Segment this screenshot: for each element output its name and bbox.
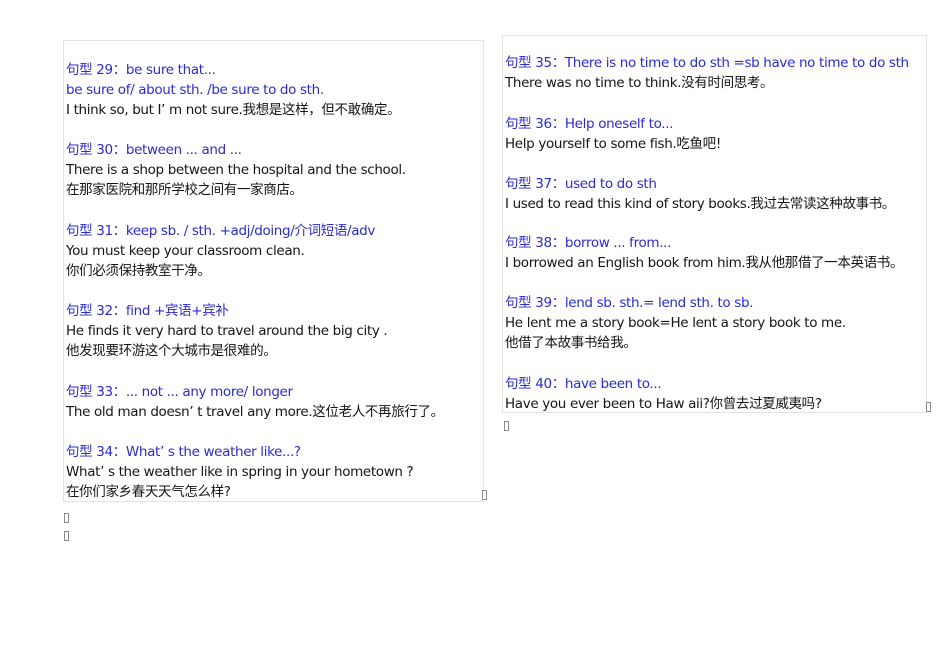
example-translation: 在那家医院和那所学校之间有一家商店。	[66, 182, 303, 198]
pattern-heading: 句型 29：be sure that...	[66, 62, 216, 78]
pattern-heading: be sure of/ about sth. /be sure to do st…	[66, 82, 324, 98]
pattern-heading: 句型 33：... not ... any more/ longer	[66, 384, 293, 400]
pattern-33: 句型 33：... not ... any more/ longer The o…	[66, 382, 444, 422]
example-sentence: He finds it very hard to travel around t…	[66, 323, 388, 339]
pattern-29: 句型 29：be sure that... be sure of/ about …	[66, 60, 401, 120]
pattern-38: 句型 38：borrow ... from... I borrowed an E…	[505, 233, 904, 273]
example-sentence: I used to read this kind of story books.…	[505, 196, 896, 212]
paragraph-mark	[482, 490, 487, 500]
pattern-36: 句型 36：Help oneself to... Help yourself t…	[505, 114, 721, 154]
pattern-heading: 句型 37：used to do sth	[505, 176, 657, 192]
example-translation: 你们必须保持教室干净。	[66, 263, 211, 279]
pattern-heading: 句型 39：lend sb. sth.= lend sth. to sb.	[505, 295, 754, 311]
paragraph-mark	[64, 531, 69, 541]
paragraph-mark	[504, 421, 509, 431]
example-sentence: There was no time to think.没有时间思考。	[505, 75, 774, 91]
example-sentence: I borrowed an English book from him.我从他那…	[505, 255, 904, 271]
pattern-40: 句型 40：have been to... Have you ever been…	[505, 374, 822, 414]
pattern-35: 句型 35：There is no time to do sth =sb hav…	[505, 53, 909, 93]
pattern-heading: 句型 38：borrow ... from...	[505, 235, 672, 251]
pattern-34: 句型 34：What’ s the weather like...? What’…	[66, 442, 414, 502]
right-text-box: 句型 35：There is no time to do sth =sb hav…	[502, 35, 927, 413]
pattern-39: 句型 39：lend sb. sth.= lend sth. to sb. He…	[505, 293, 846, 353]
example-translation: 他发现要环游这个大城市是很难的。	[66, 343, 277, 359]
example-sentence: There is a shop between the hospital and…	[66, 162, 406, 178]
pattern-heading: 句型 34：What’ s the weather like...?	[66, 444, 301, 460]
example-sentence: I think so, but I’ m not sure.我想是这样，但不敢确…	[66, 102, 401, 118]
left-text-box: 句型 29：be sure that... be sure of/ about …	[63, 40, 484, 502]
example-sentence: Help yourself to some fish.吃鱼吧!	[505, 136, 721, 152]
example-translation: 在你们家乡春天天气怎么样?	[66, 484, 231, 500]
example-sentence: The old man doesn’ t travel any more.这位老…	[66, 404, 444, 420]
pattern-31: 句型 31：keep sb. / sth. +adj/doing/介词短语/ad…	[66, 221, 375, 281]
example-translation: 他借了本故事书给我。	[505, 335, 637, 351]
example-sentence: What’ s the weather like in spring in yo…	[66, 464, 414, 480]
paragraph-mark	[926, 402, 931, 412]
pattern-37: 句型 37：used to do sth I used to read this…	[505, 174, 895, 214]
example-sentence: He lent me a story book=He lent a story …	[505, 315, 846, 331]
pattern-30: 句型 30：between ... and ... There is a sho…	[66, 140, 406, 200]
pattern-heading: 句型 36：Help oneself to...	[505, 116, 674, 132]
pattern-heading: 句型 30：between ... and ...	[66, 142, 242, 158]
example-sentence: You must keep your classroom clean.	[66, 243, 305, 259]
pattern-32: 句型 32：find +宾语+宾补 He finds it very hard …	[66, 301, 388, 361]
paragraph-mark	[64, 513, 69, 523]
pattern-heading: 句型 32：find +宾语+宾补	[66, 303, 229, 319]
example-sentence: Have you ever been to Haw aii?你曾去过夏威夷吗?	[505, 396, 822, 412]
pattern-heading: 句型 40：have been to...	[505, 376, 662, 392]
pattern-heading: 句型 31：keep sb. / sth. +adj/doing/介词短语/ad…	[66, 223, 376, 239]
pattern-heading: 句型 35：There is no time to do sth =sb hav…	[505, 55, 909, 71]
